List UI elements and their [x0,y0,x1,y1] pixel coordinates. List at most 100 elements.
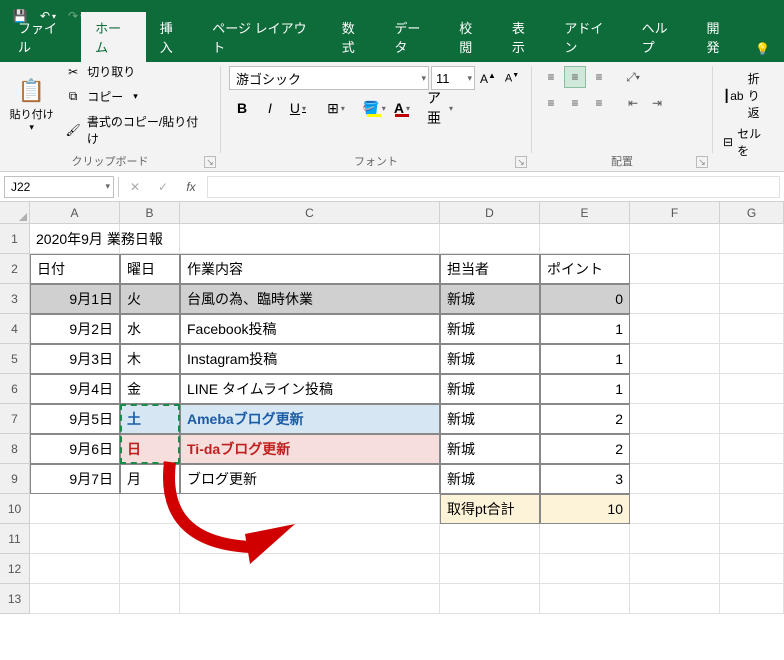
cell-f13[interactable] [630,584,720,614]
tab-review[interactable]: 校閲 [445,12,498,62]
cell-b12[interactable] [120,554,180,584]
cell-g9[interactable] [720,464,784,494]
decrease-indent-button[interactable]: ⇤ [622,92,644,114]
cell-a4[interactable]: 9月2日 [30,314,120,344]
cell-g8[interactable] [720,434,784,464]
bold-button[interactable]: B [229,96,255,120]
cell-d13[interactable] [440,584,540,614]
cell-c2[interactable]: 作業内容 [180,254,440,284]
cell-b11[interactable] [120,524,180,554]
row-header-13[interactable]: 13 [0,584,30,614]
cell-d5[interactable]: 新城 [440,344,540,374]
row-header-1[interactable]: 1 [0,224,30,254]
tab-page-layout[interactable]: ページ レイアウト [198,12,327,62]
cell-b1[interactable] [120,224,180,254]
cell-e2[interactable]: ポイント [540,254,630,284]
col-header-f[interactable]: F [630,202,720,224]
align-left-button[interactable]: ≡ [540,92,562,114]
increase-indent-button[interactable]: ⇥ [646,92,668,114]
cell-a1[interactable]: 2020年9月 業務日報 [30,224,120,254]
name-box[interactable]: J22▾ [4,176,114,198]
align-top-button[interactable]: ≡ [540,66,562,88]
cell-b2[interactable]: 曜日 [120,254,180,284]
cell-g2[interactable] [720,254,784,284]
decrease-font-button[interactable]: A▼ [501,66,523,90]
col-header-e[interactable]: E [540,202,630,224]
row-header-7[interactable]: 7 [0,404,30,434]
cell-g4[interactable] [720,314,784,344]
tab-view[interactable]: 表示 [498,12,551,62]
cell-g11[interactable] [720,524,784,554]
font-size-select[interactable]: 11▾ [431,66,475,90]
cell-c5[interactable]: Instagram投稿 [180,344,440,374]
row-header-3[interactable]: 3 [0,284,30,314]
cell-d6[interactable]: 新城 [440,374,540,404]
formula-input[interactable] [207,176,780,198]
cut-button[interactable]: ✂切り取り [61,61,212,82]
redo-button[interactable]: ↷▾ [62,2,90,30]
align-bottom-button[interactable]: ≡ [588,66,610,88]
borders-button[interactable]: ⊞▾ [323,96,349,120]
row-header-9[interactable]: 9 [0,464,30,494]
cell-b9[interactable]: 月 [120,464,180,494]
align-middle-button[interactable]: ≡ [564,66,586,88]
col-header-d[interactable]: D [440,202,540,224]
cell-c7[interactable]: Amebaブログ更新 [180,404,440,434]
tab-addins[interactable]: アドイン [550,12,627,62]
cell-g5[interactable] [720,344,784,374]
col-header-b[interactable]: B [120,202,180,224]
cancel-edit-button[interactable]: ✕ [123,176,147,198]
cell-e6[interactable]: 1 [540,374,630,404]
alignment-expand[interactable]: ↘ [696,156,708,168]
cell-f11[interactable] [630,524,720,554]
fill-color-button[interactable]: 🪣▾ [361,96,387,120]
cell-c3[interactable]: 台風の為、臨時休業 [180,284,440,314]
cell-a6[interactable]: 9月4日 [30,374,120,404]
cell-f3[interactable] [630,284,720,314]
cell-g7[interactable] [720,404,784,434]
cell-b8[interactable]: 日 [120,434,180,464]
format-painter-button[interactable]: 🖌書式のコピー/貼り付け [61,111,212,149]
italic-button[interactable]: I [257,96,283,120]
cell-a13[interactable] [30,584,120,614]
cell-b6[interactable]: 金 [120,374,180,404]
cell-c9[interactable]: ブログ更新 [180,464,440,494]
select-all-corner[interactable] [0,202,30,224]
cell-a2[interactable]: 日付 [30,254,120,284]
cell-f12[interactable] [630,554,720,584]
cell-d1[interactable] [440,224,540,254]
cell-f1[interactable] [630,224,720,254]
font-expand[interactable]: ↘ [515,156,527,168]
cell-d8[interactable]: 新城 [440,434,540,464]
tab-formulas[interactable]: 数式 [328,12,381,62]
cell-f4[interactable] [630,314,720,344]
wrap-text-button[interactable]: ┃ab折り返 [721,68,765,123]
cell-f9[interactable] [630,464,720,494]
cell-e7[interactable]: 2 [540,404,630,434]
tell-me-icon[interactable]: 💡 [745,36,780,62]
cell-d9[interactable]: 新城 [440,464,540,494]
row-header-10[interactable]: 10 [0,494,30,524]
col-header-c[interactable]: C [180,202,440,224]
cell-c4[interactable]: Facebook投稿 [180,314,440,344]
row-header-2[interactable]: 2 [0,254,30,284]
cell-d2[interactable]: 担当者 [440,254,540,284]
cell-e9[interactable]: 3 [540,464,630,494]
cell-c10[interactable] [180,494,440,524]
cell-a5[interactable]: 9月3日 [30,344,120,374]
cell-d12[interactable] [440,554,540,584]
row-header-4[interactable]: 4 [0,314,30,344]
col-header-a[interactable]: A [30,202,120,224]
cell-f10[interactable] [630,494,720,524]
cell-a3[interactable]: 9月1日 [30,284,120,314]
phonetic-button[interactable]: ア亜▾ [427,96,453,120]
tab-data[interactable]: データ [380,12,445,62]
cell-d3[interactable]: 新城 [440,284,540,314]
align-center-button[interactable]: ≡ [564,92,586,114]
cell-e13[interactable] [540,584,630,614]
cell-c1[interactable] [180,224,440,254]
tab-insert[interactable]: 挿入 [146,12,199,62]
cell-g12[interactable] [720,554,784,584]
cell-e5[interactable]: 1 [540,344,630,374]
font-name-select[interactable]: 游ゴシック▾ [229,66,429,90]
